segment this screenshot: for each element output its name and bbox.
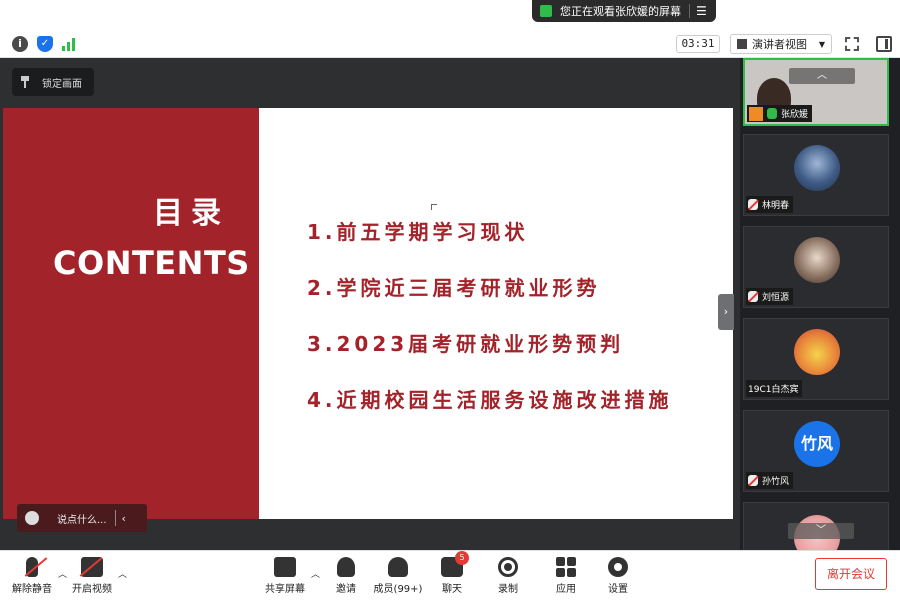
lock-view-label: 锁定画面 xyxy=(42,78,82,90)
settings-button[interactable]: 设置 xyxy=(592,557,644,595)
host-icon xyxy=(749,106,763,121)
avatar xyxy=(794,145,840,191)
invite-button[interactable]: 邀请 xyxy=(320,557,372,595)
participant-name: 孙竹风 xyxy=(762,477,790,487)
lock-view-button[interactable]: 锁定画面 xyxy=(12,68,94,96)
chevron-down-icon[interactable]: ﹀ xyxy=(788,523,854,539)
avatar xyxy=(794,329,840,375)
record-icon xyxy=(498,557,518,577)
share-screen-label: 共享屏幕 xyxy=(265,584,305,595)
video-options-caret-icon[interactable]: ︿ xyxy=(118,567,127,580)
view-mode-label: 演讲者视图 xyxy=(752,38,807,51)
settings-label: 设置 xyxy=(608,584,628,595)
comment-input[interactable]: 说点什么... ‹ xyxy=(17,504,147,532)
chat-button[interactable]: 5 聊天 xyxy=(426,551,478,595)
participant-strip: ︿ 张欣媛 林明春 刘恒源 19C1白杰宾 竹风 孙竹风 ﹀ xyxy=(740,58,900,550)
emoji-icon[interactable] xyxy=(25,511,39,525)
divider xyxy=(114,510,116,526)
participant-name-tag: 张欣媛 xyxy=(747,105,813,122)
side-panel-icon[interactable] xyxy=(876,36,892,52)
unmute-label: 解除静音 xyxy=(12,584,52,595)
chevron-up-icon[interactable]: ︿ xyxy=(789,68,855,84)
share-banner-text: 您正在观看张欣媛的屏幕 xyxy=(560,5,681,18)
toc-item: 1.前五学期学习现状 xyxy=(307,220,529,244)
add-user-icon xyxy=(337,557,355,577)
leave-meeting-button[interactable]: 离开会议 xyxy=(815,558,887,590)
collapse-strip-button[interactable]: › xyxy=(718,294,734,330)
participant-name: 林明春 xyxy=(762,201,790,211)
participant-name-tag: 刘恒源 xyxy=(746,288,794,305)
gear-icon xyxy=(608,557,628,577)
slide-left-panel: 目录 CONTENTS 说点什么... ‹ ◂ ✎ ▭ ▸ xyxy=(3,108,259,568)
avatar xyxy=(794,237,840,283)
mic-muted-icon xyxy=(748,291,758,302)
start-video-button[interactable]: 开启视频 xyxy=(66,557,118,595)
grid-icon xyxy=(737,39,747,49)
bottom-toolbar: 解除静音 ︿ 开启视频 ︿ 共享屏幕 ︿ 邀请 成员(99+) 5 聊天 录制 … xyxy=(0,550,900,600)
participant-name: 刘恒源 xyxy=(762,293,790,303)
toc-item: 3.2023届考研就业形势预判 xyxy=(307,332,625,356)
toc-item: 4.近期校园生活服务设施改进措施 xyxy=(307,388,673,412)
unmute-button[interactable]: 解除静音 xyxy=(6,557,58,595)
start-video-label: 开启视频 xyxy=(72,584,112,595)
participant-name: 19C1白杰宾 xyxy=(748,385,799,395)
participant-tile[interactable]: 竹风 孙竹风 xyxy=(743,410,889,492)
participant-tile[interactable]: 19C1白杰宾 xyxy=(743,318,889,400)
share-screen-button[interactable]: 共享屏幕 xyxy=(259,557,311,595)
record-label: 录制 xyxy=(498,584,518,595)
pin-icon xyxy=(21,76,32,88)
view-mode-select[interactable]: 演讲者视图 ▼ xyxy=(730,34,832,54)
chat-icon: 5 xyxy=(441,551,469,577)
chat-label: 聊天 xyxy=(442,584,462,595)
apps-label: 应用 xyxy=(556,584,576,595)
info-icon[interactable]: i xyxy=(12,36,28,52)
apps-button[interactable]: 应用 xyxy=(540,557,592,595)
record-button[interactable]: 录制 xyxy=(482,557,534,595)
toc-item: 2.学院近三届考研就业形势 xyxy=(307,276,601,300)
invite-label: 邀请 xyxy=(336,584,356,595)
mic-icon xyxy=(767,108,777,119)
members-label: 成员(99+) xyxy=(373,584,423,595)
meeting-timer: 03:31 xyxy=(676,35,720,53)
share-options-caret-icon[interactable]: ︿ xyxy=(311,567,320,580)
signal-icon[interactable] xyxy=(62,37,78,51)
caret-down-icon: ▼ xyxy=(818,39,825,49)
participant-tile[interactable]: ﹀ xyxy=(743,502,889,550)
list-icon[interactable]: ☰ xyxy=(696,4,707,18)
avatar: 竹风 xyxy=(794,421,840,467)
participant-name-tag: 林明春 xyxy=(746,196,794,213)
shield-icon[interactable]: ✓ xyxy=(37,36,53,52)
mic-muted-icon xyxy=(26,557,38,577)
table-of-contents: 1.前五学期学习现状 2.学院近三届考研就业形势 3.2023届考研就业形势预判… xyxy=(307,216,673,440)
slide-title-cn: 目录 xyxy=(153,196,229,231)
participant-name: 张欣媛 xyxy=(781,110,809,120)
participant-name-tag: 孙竹风 xyxy=(746,472,794,489)
fullscreen-icon[interactable] xyxy=(845,37,859,51)
chat-badge: 5 xyxy=(455,551,469,565)
participant-tile[interactable]: 刘恒源 xyxy=(743,226,889,308)
mouse-cursor-icon xyxy=(431,204,437,210)
share-screen-icon xyxy=(274,557,296,577)
comment-placeholder: 说点什么... xyxy=(57,514,107,526)
screen-share-banner[interactable]: 您正在观看张欣媛的屏幕 ☰ xyxy=(532,0,716,22)
mic-muted-icon xyxy=(748,199,758,210)
top-toolbar: i ✓ 03:31 演讲者视图 ▼ xyxy=(0,30,900,58)
camera-off-icon xyxy=(81,557,103,577)
slide-title-en: CONTENTS xyxy=(53,244,250,282)
shared-screen-area: 锁定画面 目录 CONTENTS 说点什么... ‹ ◂ ✎ ▭ ▸ 1.前五学… xyxy=(0,58,740,568)
members-button[interactable]: 成员(99+) xyxy=(372,557,424,595)
mic-muted-icon xyxy=(748,475,758,486)
chevron-left-icon[interactable]: ‹ xyxy=(122,512,126,525)
participant-tile[interactable]: 林明春 xyxy=(743,134,889,216)
mic-icon xyxy=(540,5,552,17)
participant-name-tag: 19C1白杰宾 xyxy=(746,380,803,397)
presentation-slide: 目录 CONTENTS 说点什么... ‹ ◂ ✎ ▭ ▸ 1.前五学期学习现状… xyxy=(3,108,733,568)
members-icon xyxy=(388,557,408,577)
apps-icon xyxy=(556,557,576,577)
divider xyxy=(689,4,690,18)
participant-tile[interactable]: ︿ 张欣媛 xyxy=(743,58,889,126)
